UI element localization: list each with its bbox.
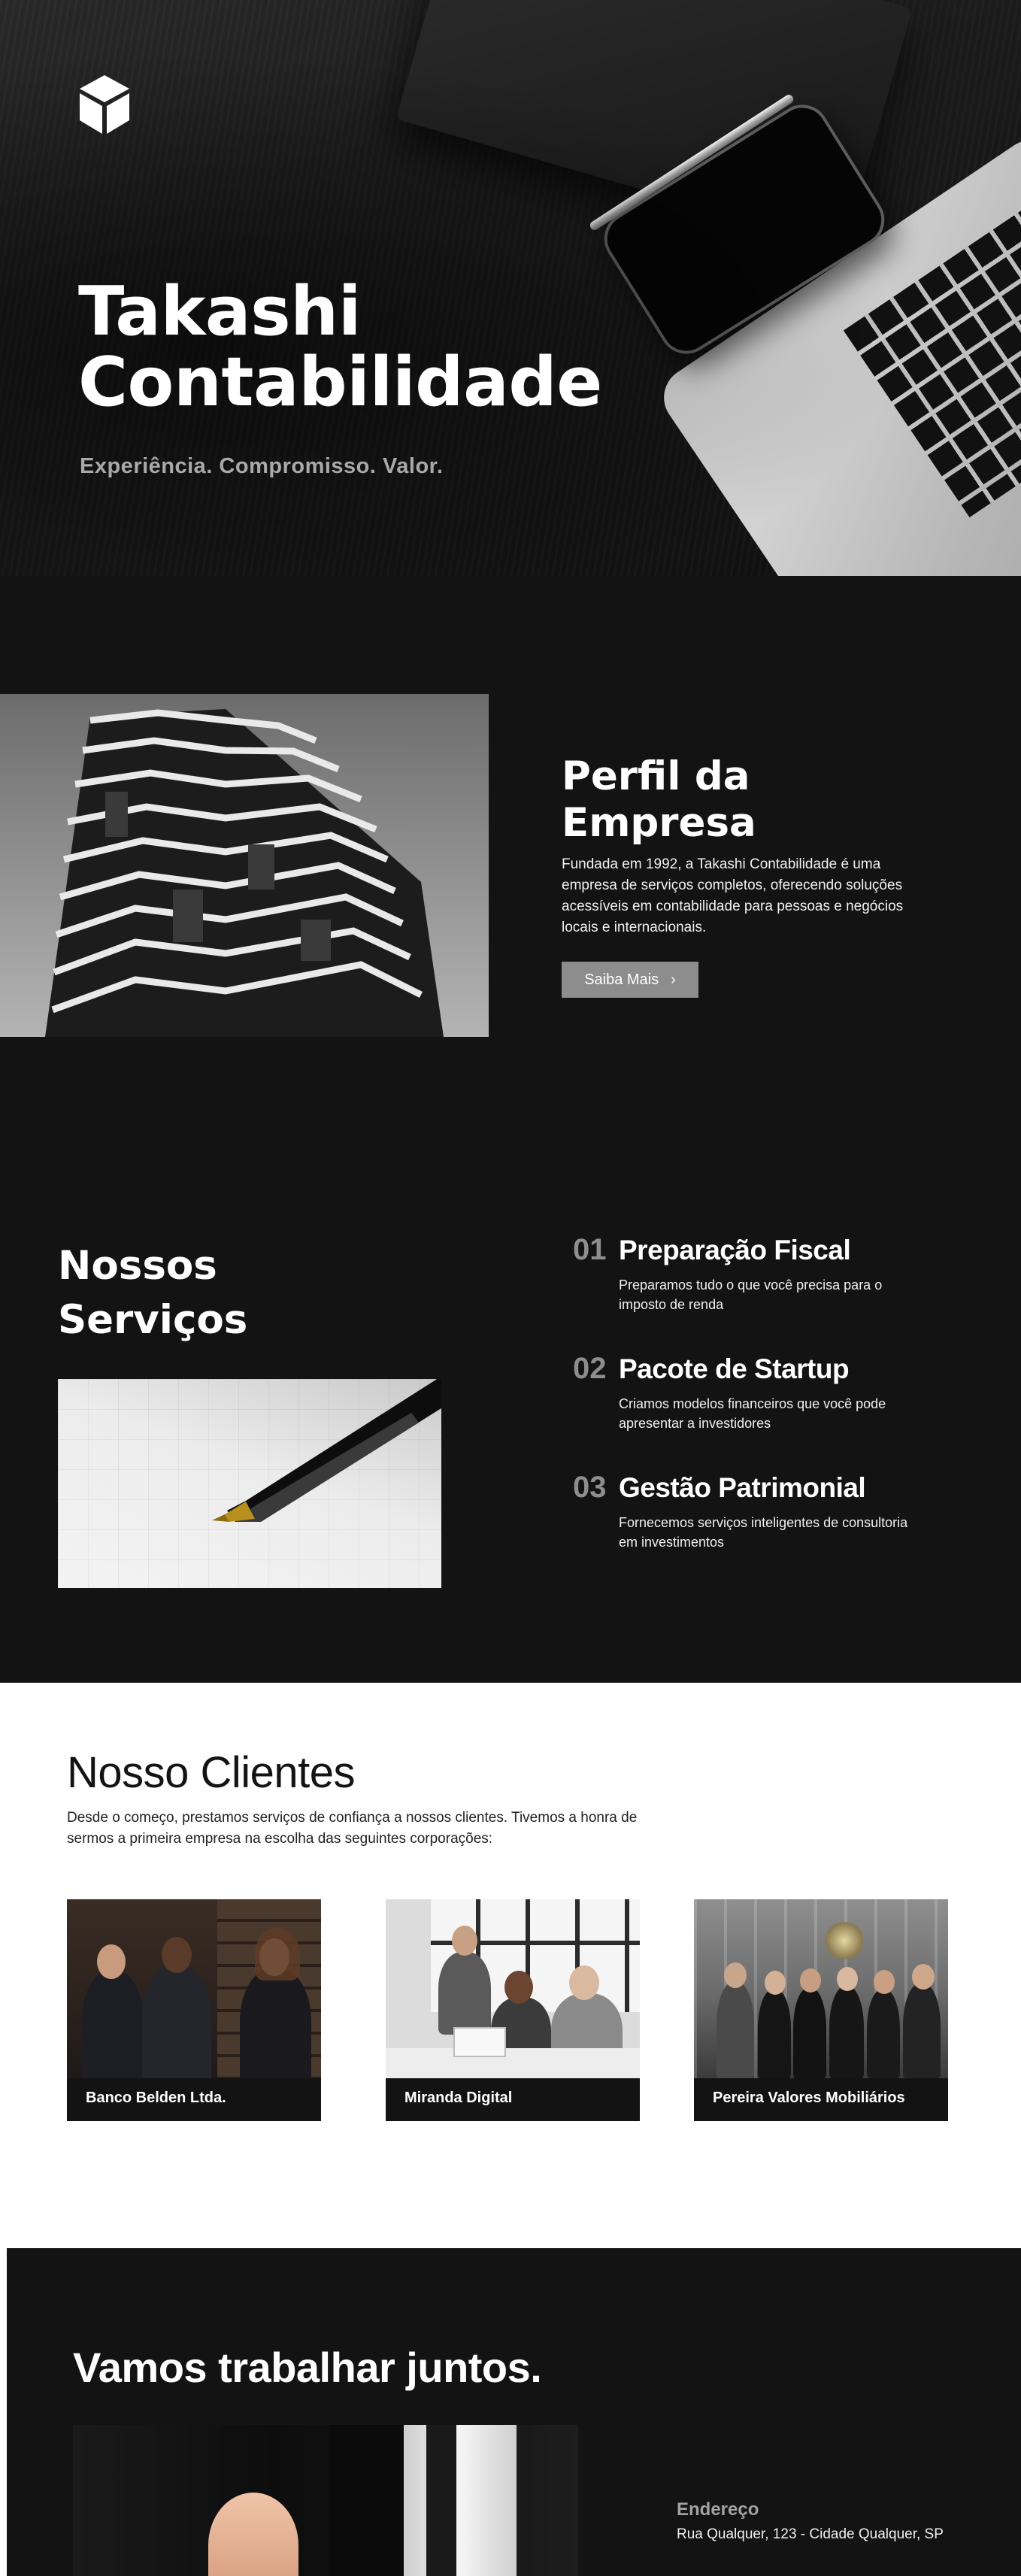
person-head [504,1971,533,2004]
company-profile-section: Perfil da Empresa Fundada em 1992, a Tak… [0,576,1021,1119]
services-heading-line2: Serviços [58,1297,248,1343]
learn-more-button[interactable]: Saiba Mais › [562,962,698,998]
hero-tagline: Experiência. Compromisso. Valor. [80,454,444,478]
person-head [765,1971,786,1995]
service-number: 03 [573,1471,607,1504]
person-figure [829,1987,864,2078]
profile-text: Fundada em 1992, a Takashi Contabilidade… [562,856,904,935]
person-figure [758,1990,791,2078]
service-description: Fornecemos serviços inteligentes de cons… [619,1515,908,1550]
service-title: Preparação Fiscal [619,1235,851,1265]
hand [208,2493,298,2576]
person-figure [438,1952,491,2035]
pen-on-paper-image [58,1379,441,1588]
profile-heading: Perfil da Empresa [562,753,756,847]
building-illustration [0,694,489,1037]
person-figure [867,1990,900,2078]
person-head [162,1937,192,1973]
person-head [837,1967,858,1991]
person-head [912,1964,935,1990]
chevron-right-icon: › [671,971,676,988]
service-description: Preparamos tudo o que você precisa para … [619,1277,883,1312]
building-image [0,694,489,1037]
table [386,2048,640,2078]
person-head [452,1926,477,1956]
hero-title-line2: Contabilidade [78,343,602,422]
person-head [97,1944,126,1979]
services-heading-line1: Nossos [58,1243,217,1289]
contact-heading: Vamos trabalhar juntos. [73,2344,542,2391]
client-card[interactable]: Banco Belden Ltda. [67,1899,321,2121]
clients-section: Nosso Clientes Desde o começo, prestamos… [0,1683,1021,2248]
services-section: Nossos Serviços 01 Preparação Fiscal Pre… [0,1119,1021,1683]
contact-section: Vamos trabalhar juntos. Endereço Rua Qua… [0,2248,1021,2576]
client-name: Miranda Digital [404,2090,513,2106]
services-heading: Nossos Serviços [58,1239,247,1347]
hero-section: Takashi Contabilidade Experiência. Compr… [0,0,1021,576]
service-number: 02 [573,1352,607,1385]
shirt [404,2425,517,2576]
person-figure [142,1965,211,2078]
person-figure [82,1971,144,2078]
pen-illustration [212,1379,441,1522]
profile-heading-line2: Empresa [562,800,756,846]
person-head [724,1962,747,1988]
address-text: Rua Qualquer, 123 - Cidade Qualquer, SP [677,2526,944,2542]
jacket [329,2425,404,2576]
service-title: Gestão Patrimonial [619,1472,866,1503]
client-card[interactable]: Miranda Digital [386,1899,640,2121]
client-name: Banco Belden Ltda. [86,2090,226,2106]
tie [426,2425,456,2576]
profile-heading-line1: Perfil da [562,753,750,799]
person-figure [240,1968,311,2078]
person-head [874,1970,895,1994]
person-figure [793,1988,826,2078]
hero-title-line1: Takashi [78,272,362,351]
person-head [569,1965,599,2000]
service-number: 01 [573,1233,607,1266]
hair [255,1928,300,1980]
client-photo [694,1899,948,2078]
contact-panel: Vamos trabalhar juntos. Endereço Rua Qua… [7,2248,1021,2576]
person-figure [903,1984,941,2078]
address-label: Endereço [677,2499,759,2520]
client-photo [67,1899,321,2078]
client-card[interactable]: Pereira Valores Mobiliários [694,1899,948,2121]
laptop-screen [453,2027,506,2057]
handshake-image [73,2425,578,2576]
clients-heading: Nosso Clientes [67,1748,356,1797]
clients-intro: Desde o começo, prestamos serviços de co… [67,1810,638,1847]
client-name: Pereira Valores Mobiliários [713,2090,905,2106]
client-photo [386,1899,640,2078]
chandelier [822,1922,867,1959]
hero-title: Takashi Contabilidade [78,277,602,418]
person-head [800,1968,821,1993]
service-title: Pacote de Startup [619,1353,850,1384]
cube-icon[interactable] [78,74,131,135]
learn-more-label: Saiba Mais [584,971,659,988]
person-figure [717,1982,754,2078]
service-description: Criamos modelos financeiros que você pod… [619,1396,886,1431]
